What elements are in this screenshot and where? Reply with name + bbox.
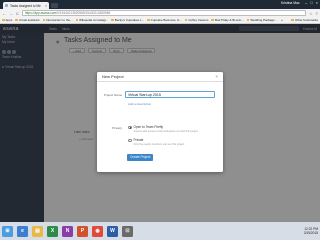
- url-host: https://app.asana.com: [24, 11, 57, 15]
- windows-taskbar: ⊞ e ▤ X N P ◉ W ⊡ 12:22 PM 3/15/2015: [0, 222, 320, 240]
- bookmark-icon: [111, 18, 114, 22]
- address-bar: ← → C https://app.asana.com/0/1544021362…: [0, 9, 320, 17]
- close-icon[interactable]: ×: [215, 74, 218, 79]
- other-bookmarks[interactable]: Other bookmarks: [291, 18, 318, 22]
- bookmark-apps[interactable]: Apps: [2, 18, 12, 22]
- tab-title: Tasks Assigned to Me: [10, 3, 41, 8]
- bookmark-item[interactable]: Introduction to the...: [42, 18, 73, 22]
- bookmark-item[interactable]: Wikipedia cumulatgi...: [75, 18, 108, 22]
- browser-tab-strip: Tasks Assigned to Me × Kristina Mac – □ …: [0, 0, 320, 9]
- bookmark-icon: [147, 18, 150, 22]
- dialog-header: New Project ×: [97, 72, 223, 82]
- forward-icon[interactable]: →: [9, 11, 13, 16]
- option-label: Private: [133, 138, 144, 142]
- reload-icon[interactable]: C: [16, 11, 19, 16]
- privacy-option-team[interactable]: Open to Team Firefly Anyone with access …: [128, 125, 198, 133]
- back-icon[interactable]: ←: [2, 11, 6, 16]
- bookmark-item[interactable]: Cupcake Business, H...: [147, 18, 182, 22]
- bookmark-icon: [211, 18, 214, 22]
- browser-user-name[interactable]: Kristina Mac: [281, 1, 300, 5]
- url-path: /0/15440213620565/15440213620565: [56, 11, 111, 15]
- add-description-link[interactable]: Add a description: [128, 102, 151, 106]
- privacy-label: Privacy: [112, 126, 122, 130]
- bookmarks-bar: Apps virtual assistant Introduction to t…: [0, 17, 320, 24]
- excel-icon[interactable]: X: [47, 225, 58, 237]
- word-icon[interactable]: W: [107, 225, 118, 237]
- start-button[interactable]: ⊞: [2, 225, 13, 237]
- bookmark-icon: [15, 18, 18, 22]
- browser-tab[interactable]: Tasks Assigned to Me ×: [3, 2, 49, 9]
- internet-explorer-icon[interactable]: e: [17, 225, 28, 237]
- powerpoint-icon[interactable]: P: [77, 225, 88, 237]
- bookmark-item[interactable]: Bud Plday & Bi-Ann...: [211, 18, 244, 22]
- option-description: Only the people members can see this pro…: [133, 142, 185, 146]
- bookmark-item[interactable]: Becky's Cupcakes L...: [111, 18, 144, 22]
- folder-icon: [291, 18, 294, 22]
- project-name-label: Project Name: [103, 92, 122, 97]
- window-controls: – □ ×: [305, 0, 318, 5]
- create-project-button[interactable]: Create Project: [127, 154, 154, 161]
- star-icon[interactable]: ☆: [309, 11, 313, 16]
- bookmark-icon: [246, 18, 250, 22]
- dialog-title: New Project: [102, 74, 124, 79]
- bookmark-icon: [184, 18, 188, 22]
- maximize-icon[interactable]: □: [310, 0, 312, 5]
- bookmark-icon: [42, 18, 46, 22]
- clock-date: 3/15/2015: [303, 231, 318, 235]
- bookmark-item[interactable]: Wedding Package ...: [246, 18, 278, 22]
- option-label: Open to Team Firefly: [133, 125, 164, 129]
- minimize-icon[interactable]: –: [305, 0, 307, 5]
- radio-team[interactable]: [128, 125, 132, 129]
- chrome-icon[interactable]: ◉: [92, 225, 103, 237]
- url-input[interactable]: https://app.asana.com/0/15440213620565/1…: [21, 10, 307, 16]
- apps-icon: [2, 18, 5, 22]
- new-project-dialog: New Project × Project Name Add a descrip…: [97, 72, 223, 172]
- bookmark-icon: [75, 18, 79, 22]
- system-clock[interactable]: 12:22 PM 3/15/2015: [304, 227, 318, 235]
- bookmark-item[interactable]: virtual assistant: [15, 18, 40, 22]
- privacy-option-private[interactable]: Private Only the people members can see …: [128, 138, 184, 146]
- bookmarks-overflow[interactable]: »: [281, 18, 283, 22]
- project-name-input[interactable]: [125, 91, 215, 98]
- bookmark-item[interactable]: Coffey Careers: [184, 18, 208, 22]
- project-name-row: Project Name: [102, 91, 218, 98]
- radio-private[interactable]: [128, 138, 132, 142]
- asana-favicon-icon: [5, 4, 8, 7]
- option-description: Anyone with access to this workspace can…: [133, 129, 198, 133]
- menu-icon[interactable]: ≡: [316, 11, 318, 16]
- close-window-icon[interactable]: ×: [316, 0, 318, 5]
- onenote-icon[interactable]: N: [62, 225, 73, 237]
- file-explorer-icon[interactable]: ▤: [32, 225, 43, 237]
- app-icon[interactable]: ⊡: [122, 225, 133, 237]
- new-tab-button[interactable]: [51, 3, 58, 8]
- tab-close-icon[interactable]: ×: [45, 4, 47, 8]
